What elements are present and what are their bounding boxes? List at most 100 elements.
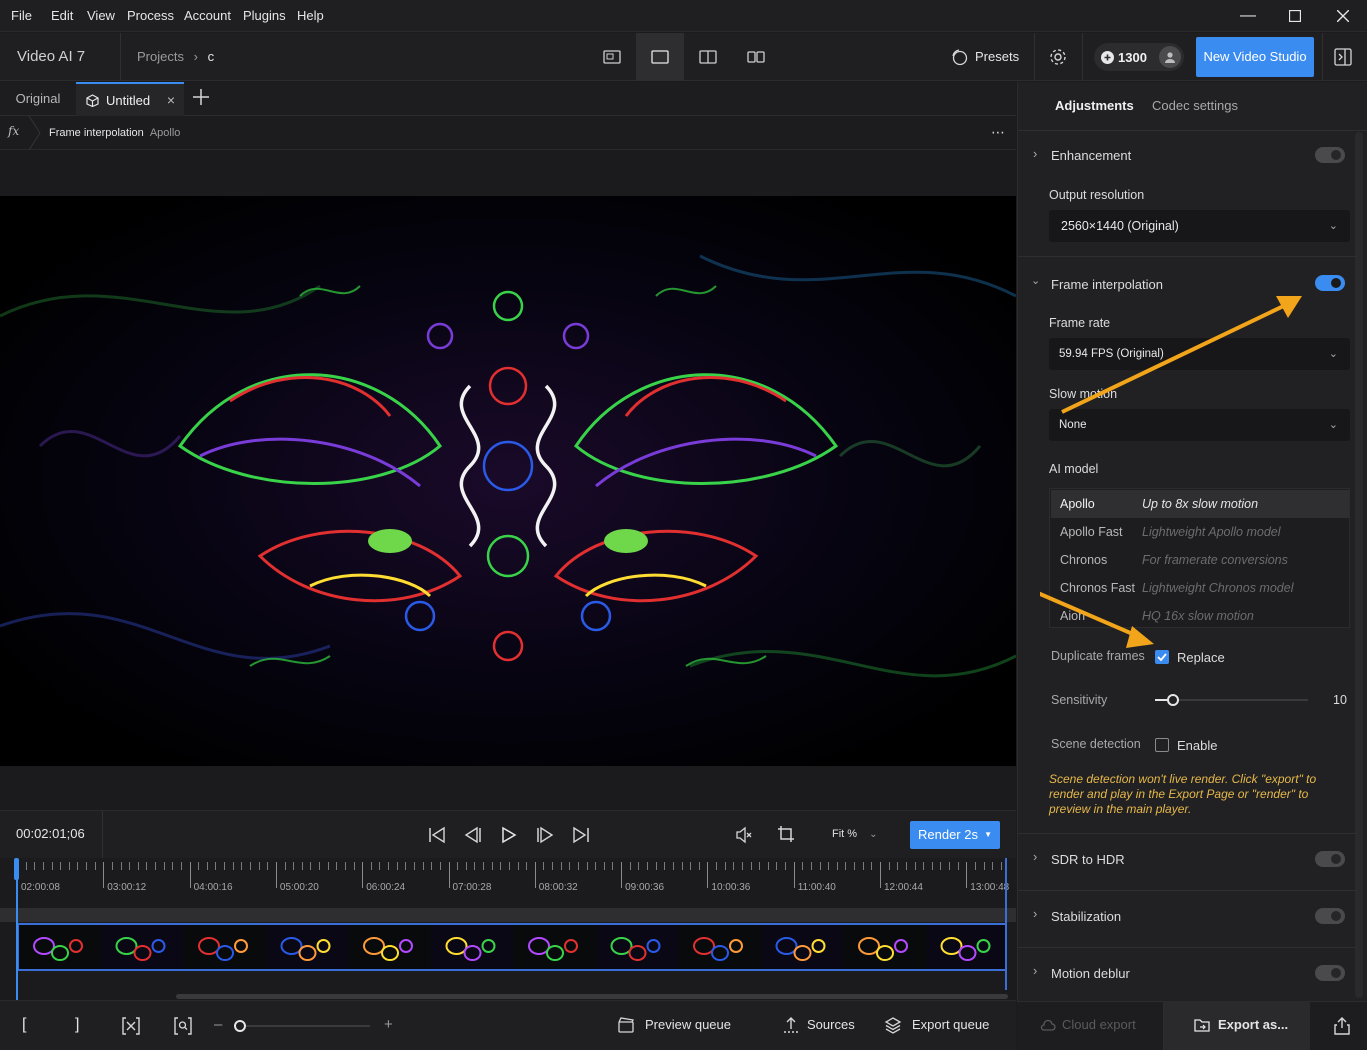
output-resolution-select[interactable]: 2560×1440 (Original) ⌄ bbox=[1049, 210, 1350, 242]
toggle-panel-button[interactable] bbox=[1334, 48, 1352, 69]
zoom-slider-thumb[interactable] bbox=[234, 1020, 246, 1032]
cloud-export-button[interactable]: Cloud export bbox=[1040, 1000, 1136, 1050]
tab-codec-settings[interactable]: Codec settings bbox=[1152, 98, 1238, 113]
zoom-out-icon[interactable]: – bbox=[214, 1016, 222, 1033]
menu-help[interactable]: Help bbox=[297, 0, 324, 32]
panel-scrollbar[interactable] bbox=[1355, 132, 1363, 998]
divider bbox=[1034, 33, 1035, 81]
view-split-button[interactable] bbox=[684, 33, 732, 81]
ruler-minor-tick bbox=[810, 862, 812, 870]
new-video-studio-button[interactable]: New Video Studio bbox=[1196, 37, 1314, 77]
sdr-to-hdr-toggle[interactable] bbox=[1315, 851, 1345, 867]
thumbnail-frame bbox=[266, 925, 349, 969]
enhancement-toggle[interactable] bbox=[1315, 147, 1345, 163]
ruler-minor-tick bbox=[897, 862, 899, 870]
video-preview[interactable] bbox=[0, 196, 1016, 766]
next-frame-button[interactable] bbox=[536, 826, 554, 847]
ruler-minor-tick bbox=[543, 862, 545, 870]
fx-icon[interactable]: fx bbox=[8, 124, 19, 138]
go-to-start-button[interactable] bbox=[428, 826, 446, 847]
ruler-minor-tick bbox=[172, 862, 174, 870]
previous-frame-button[interactable] bbox=[464, 826, 482, 847]
filter-crumb[interactable]: Frame interpolation Apollo bbox=[49, 116, 180, 150]
clip-thumbnail-strip[interactable] bbox=[17, 923, 1007, 971]
ruler-minor-tick bbox=[724, 862, 726, 870]
zoom-in-icon[interactable]: + bbox=[384, 1016, 393, 1033]
clear-in-out-button[interactable] bbox=[122, 1017, 140, 1038]
preview-queue-button[interactable]: Preview queue bbox=[618, 1000, 731, 1050]
zoom-slider-track[interactable] bbox=[240, 1025, 370, 1027]
chevron-down-icon: ⌄ bbox=[869, 829, 878, 840]
ruler-minor-tick bbox=[258, 862, 260, 870]
more-options-icon[interactable]: ⋯ bbox=[991, 124, 1006, 141]
out-marker[interactable] bbox=[1005, 858, 1007, 990]
fit-zoom-select[interactable]: Fit % ⌄ bbox=[832, 828, 877, 840]
timeline-scrollbar[interactable] bbox=[176, 994, 1008, 999]
ruler-minor-tick bbox=[750, 862, 752, 870]
scene-detection-checkbox[interactable] bbox=[1155, 738, 1169, 752]
close-button[interactable] bbox=[1321, 0, 1365, 32]
ruler-minor-tick bbox=[293, 862, 295, 870]
frame-interpolation-toggle[interactable] bbox=[1315, 275, 1345, 291]
tab-original[interactable]: Original bbox=[0, 82, 76, 116]
thumbnail-frame bbox=[101, 925, 184, 969]
thumbnail-images bbox=[19, 925, 1005, 969]
render-button[interactable]: Render 2s ▼ bbox=[910, 821, 1000, 849]
credits-badge[interactable]: 1300 bbox=[1094, 43, 1184, 71]
step-back-icon bbox=[464, 826, 481, 844]
ruler-minor-tick bbox=[949, 862, 951, 870]
skip-start-icon bbox=[429, 826, 445, 844]
breadcrumb-projects[interactable]: Projects bbox=[137, 49, 184, 64]
ruler-minor-tick bbox=[336, 862, 338, 870]
enable-label: Enable bbox=[1177, 738, 1218, 753]
view-single-button[interactable] bbox=[636, 33, 684, 81]
export-as-button[interactable]: Export as... bbox=[1194, 1000, 1288, 1050]
timeline[interactable]: 02:00:08 03:00:12 04:00:16 05:00:20 06:00:24… bbox=[0, 858, 1016, 1000]
menu-plugins[interactable]: Plugins bbox=[243, 0, 286, 32]
playhead[interactable] bbox=[16, 868, 18, 1000]
replace-checkbox[interactable] bbox=[1155, 650, 1169, 664]
add-tab-button[interactable] bbox=[192, 88, 210, 109]
play-button[interactable] bbox=[500, 826, 518, 847]
menu-account[interactable]: Account bbox=[184, 0, 231, 32]
menu-process[interactable]: Process bbox=[127, 0, 174, 32]
menu-edit[interactable]: Edit bbox=[51, 0, 73, 32]
crop-button[interactable] bbox=[777, 825, 795, 846]
ruler-major-tick bbox=[448, 862, 450, 888]
tab-untitled[interactable]: Untitled × bbox=[76, 82, 184, 116]
view-side-by-side-button[interactable] bbox=[732, 33, 780, 81]
stabilization-toggle[interactable] bbox=[1315, 908, 1345, 924]
menu-view[interactable]: View bbox=[87, 0, 115, 32]
close-tab-icon[interactable]: × bbox=[167, 92, 175, 108]
tab-adjustments[interactable]: Adjustments bbox=[1055, 98, 1134, 113]
share-button[interactable] bbox=[1334, 1017, 1350, 1038]
divider bbox=[1017, 890, 1357, 891]
avatar[interactable] bbox=[1159, 46, 1181, 68]
set-in-point-button[interactable]: [ bbox=[22, 1000, 26, 1050]
ruler-minor-tick bbox=[86, 862, 88, 870]
ruler-minor-tick bbox=[284, 862, 286, 870]
ruler-time-label: 13:00:48 bbox=[970, 882, 1010, 893]
menu-file[interactable]: File bbox=[11, 0, 32, 32]
ruler-minor-tick bbox=[422, 862, 424, 870]
export-queue-button[interactable]: Export queue bbox=[884, 1000, 989, 1050]
dropdown-caret-icon[interactable]: ▼ bbox=[984, 821, 992, 849]
sources-button[interactable]: Sources bbox=[782, 1000, 855, 1050]
timeline-ruler[interactable]: 02:00:08 03:00:12 04:00:16 05:00:20 06:00:24… bbox=[17, 862, 1010, 893]
view-single-crop-button[interactable] bbox=[588, 33, 636, 81]
ruler-major-tick bbox=[362, 862, 364, 888]
thumbnail-frame bbox=[514, 925, 596, 969]
set-out-point-button[interactable]: ] bbox=[75, 1000, 79, 1050]
go-to-end-button[interactable] bbox=[572, 826, 590, 847]
ruler-major-tick bbox=[966, 862, 968, 888]
mute-button[interactable] bbox=[735, 826, 753, 847]
presets-button[interactable]: Presets bbox=[950, 33, 1019, 81]
zoom-fit-button[interactable] bbox=[174, 1017, 192, 1038]
ruler-minor-tick bbox=[862, 862, 864, 870]
motion-deblur-toggle[interactable] bbox=[1315, 965, 1345, 981]
settings-button[interactable] bbox=[1048, 47, 1068, 70]
minimize-button[interactable]: — bbox=[1226, 0, 1270, 32]
ruler-minor-tick bbox=[267, 862, 269, 870]
maximize-button[interactable] bbox=[1273, 0, 1317, 32]
ruler-minor-tick bbox=[379, 862, 381, 870]
